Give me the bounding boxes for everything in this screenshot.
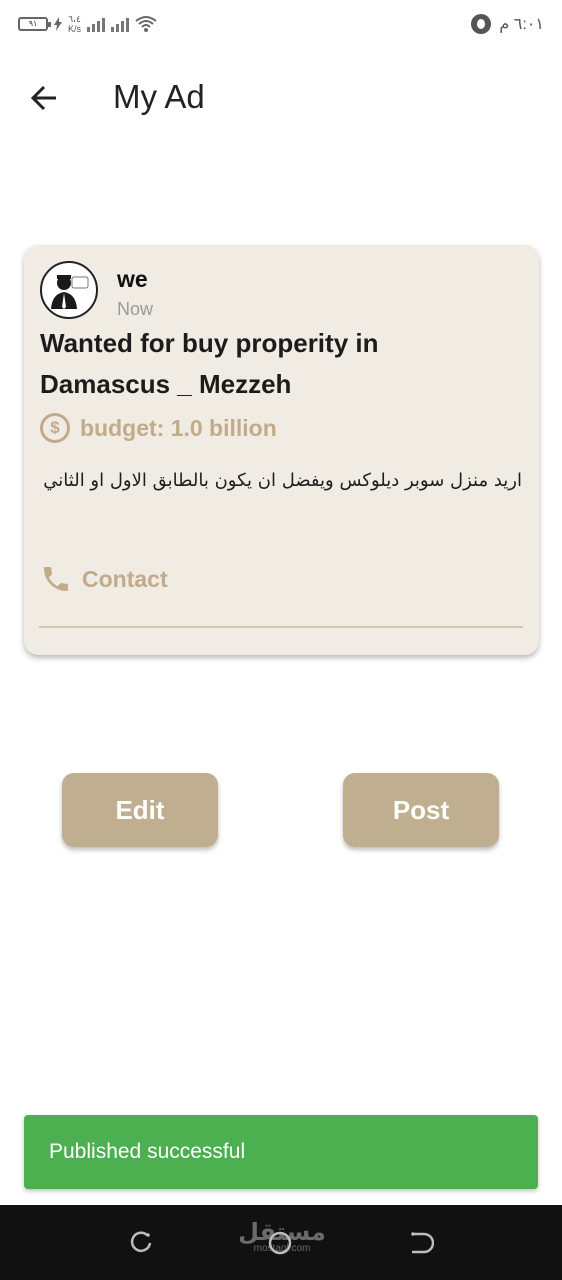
status-right: ٦:٠١ م bbox=[471, 14, 544, 34]
contact-button[interactable]: Contact bbox=[40, 563, 168, 595]
contact-label: Contact bbox=[82, 565, 168, 592]
ad-time: Now bbox=[117, 299, 154, 319]
ad-budget: $ budget: 1.0 billion bbox=[40, 413, 277, 443]
ad-card: we Now Wanted for buy properity in Damas… bbox=[24, 245, 539, 655]
budget-label: budget: 1.0 billion bbox=[80, 414, 277, 441]
wifi-icon bbox=[135, 16, 157, 32]
app-bar: My Ad bbox=[0, 56, 562, 142]
signal-2-icon bbox=[111, 16, 130, 32]
net-speed-unit: K/s bbox=[68, 24, 82, 34]
battery-level: ٩١ bbox=[28, 19, 38, 28]
arrow-left-icon bbox=[30, 85, 56, 111]
home-button[interactable] bbox=[266, 1229, 294, 1257]
card-divider bbox=[39, 626, 523, 628]
snackbar-message: Published successful bbox=[49, 1140, 246, 1163]
back-arrow-icon bbox=[411, 1232, 435, 1254]
ad-description: اريد منزل سوبر ديلوكس ويفضل ان يكون بالط… bbox=[43, 470, 522, 491]
avatar bbox=[40, 261, 98, 319]
status-bar: ٩١ ٦،٤ K/s ٦:٠١ م bbox=[0, 0, 562, 56]
status-left: ٩١ ٦،٤ K/s bbox=[18, 14, 157, 34]
system-nav-bar: مستقل mostaql.com bbox=[0, 1205, 562, 1280]
phone-icon bbox=[44, 567, 68, 591]
edit-button[interactable]: Edit bbox=[62, 773, 218, 847]
status-time: ٦:٠١ م bbox=[499, 16, 544, 33]
home-circle-icon bbox=[268, 1231, 292, 1255]
dollar-circle-icon: $ bbox=[40, 413, 70, 443]
snackbar: Published successful bbox=[24, 1115, 538, 1189]
net-speed: ٦،٤ K/s bbox=[68, 14, 81, 34]
signal-icon bbox=[87, 16, 106, 32]
app-notification-icon bbox=[471, 14, 492, 34]
ad-username: we bbox=[117, 266, 148, 292]
charging-icon bbox=[54, 17, 62, 31]
page-title: My Ad bbox=[113, 78, 205, 115]
user-avatar-icon bbox=[51, 275, 89, 309]
recents-button[interactable] bbox=[127, 1229, 155, 1257]
battery-icon: ٩١ bbox=[18, 17, 51, 31]
back-button[interactable] bbox=[26, 80, 62, 116]
post-button[interactable]: Post bbox=[343, 773, 499, 847]
nav-back-button[interactable] bbox=[406, 1229, 435, 1257]
ad-title: Wanted for buy properity in Damascus _ M… bbox=[40, 328, 379, 399]
net-speed-value: ٦،٤ bbox=[68, 14, 81, 24]
recents-icon bbox=[130, 1231, 152, 1252]
